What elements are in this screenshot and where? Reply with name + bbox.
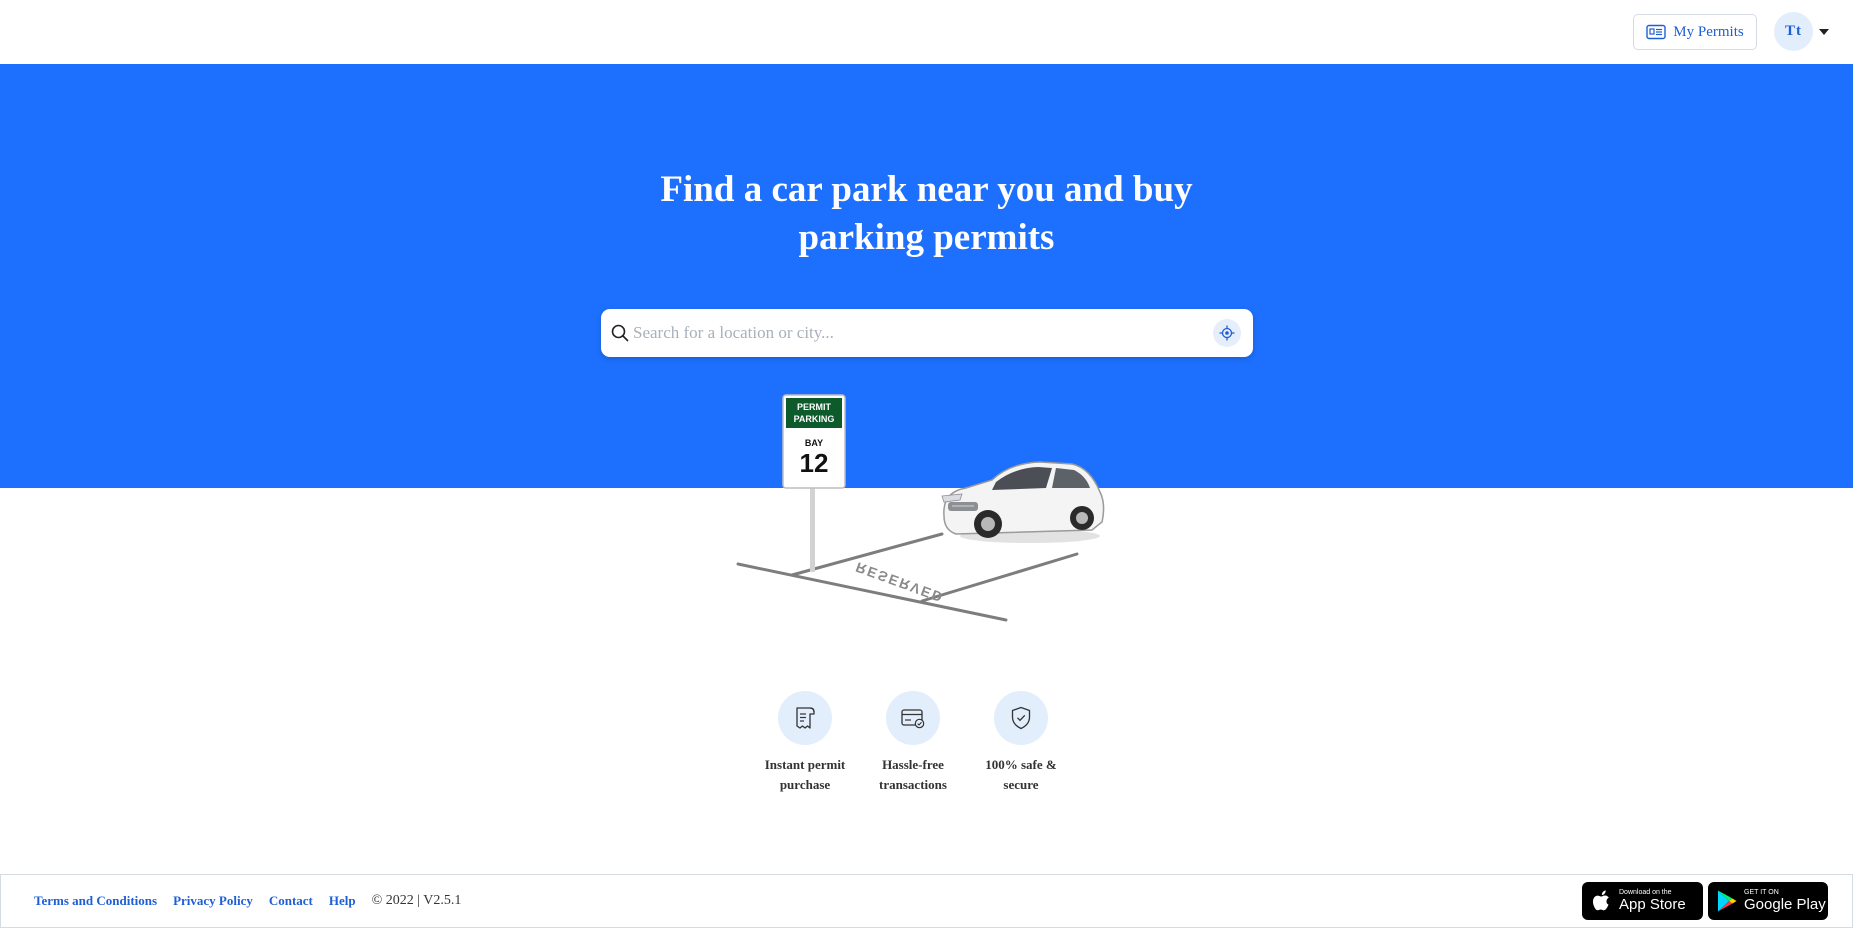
search-input[interactable] — [633, 317, 1203, 349]
car-image — [941, 461, 1105, 543]
feature-label-line2: purchase — [779, 777, 831, 792]
feature-icon-wrap — [778, 691, 832, 745]
sign-bay-number: 12 — [800, 448, 829, 478]
footer-link-terms[interactable]: Terms and Conditions — [34, 893, 157, 909]
google-play-text: GET IT ON Google Play — [1744, 889, 1826, 913]
search-icon — [611, 324, 629, 342]
top-bar: My Permits Tt — [0, 0, 1853, 64]
google-play-badge[interactable]: GET IT ON Google Play — [1708, 882, 1828, 920]
feature-label-line1: Instant permit — [764, 757, 846, 772]
feature-label-line1: Hassle-free — [882, 757, 944, 772]
sign-pole — [810, 487, 815, 572]
feature-hassle-free: Hassle-free transactions — [868, 691, 958, 795]
feature-instant-permit: Instant permit purchase — [760, 691, 850, 795]
card-check-icon — [901, 709, 925, 729]
permit-parking-sign: PERMIT PARKING BAY 12 — [782, 394, 846, 489]
my-permits-button[interactable]: My Permits — [1633, 14, 1757, 50]
hero-title: Find a car park near you and buy parking… — [0, 166, 1853, 262]
feature-label: 100% safe & secure — [976, 755, 1066, 795]
google-play-icon — [1718, 890, 1737, 912]
feature-icon-wrap — [886, 691, 940, 745]
feature-label-line1: 100% safe & — [985, 757, 1057, 772]
app-store-badge[interactable]: Download on the App Store — [1582, 882, 1703, 920]
feature-label: Hassle-free transactions — [868, 755, 958, 795]
user-menu[interactable]: Tt — [1774, 12, 1829, 51]
avatar[interactable]: Tt — [1774, 12, 1813, 51]
footer: Terms and Conditions Privacy Policy Cont… — [0, 874, 1853, 928]
shield-check-icon — [1011, 706, 1031, 730]
chevron-down-icon[interactable] — [1819, 28, 1829, 35]
permit-list-icon — [1646, 24, 1666, 40]
google-play-big-text: Google Play — [1744, 896, 1826, 913]
features-row: Instant permit purchase Hassle-free tran… — [760, 691, 1090, 801]
app-store-text: Download on the App Store — [1619, 889, 1686, 913]
hero-title-line2: parking permits — [798, 217, 1055, 258]
sign-top-line2: PARKING — [794, 414, 835, 424]
sign-top-line1: PERMIT — [797, 402, 832, 412]
feature-label-line2: secure — [1003, 777, 1039, 792]
feature-label: Instant permit purchase — [760, 755, 850, 795]
apple-icon — [1592, 890, 1609, 911]
parking-illustration: RESERVED PERMIT PARKING BAY 12 — [736, 394, 1105, 622]
search-bar — [601, 309, 1253, 357]
app-store-big-text: App Store — [1619, 896, 1686, 913]
my-permits-label: My Permits — [1673, 23, 1744, 40]
footer-link-help[interactable]: Help — [329, 893, 356, 909]
copyright-text: © 2022 | V2.5.1 — [371, 893, 462, 908]
feature-safe-secure: 100% safe & secure — [976, 691, 1066, 795]
footer-links: Terms and Conditions Privacy Policy Cont… — [34, 893, 461, 909]
receipt-icon — [796, 707, 815, 729]
feature-icon-wrap — [994, 691, 1048, 745]
feature-label-line2: transactions — [879, 777, 947, 792]
locate-me-button[interactable] — [1213, 319, 1241, 347]
hero-title-line1: Find a car park near you and buy — [660, 169, 1193, 210]
crosshair-icon — [1219, 325, 1235, 341]
footer-link-contact[interactable]: Contact — [269, 893, 313, 909]
footer-link-privacy[interactable]: Privacy Policy — [173, 893, 253, 909]
sign-bay-label: BAY — [805, 438, 823, 448]
